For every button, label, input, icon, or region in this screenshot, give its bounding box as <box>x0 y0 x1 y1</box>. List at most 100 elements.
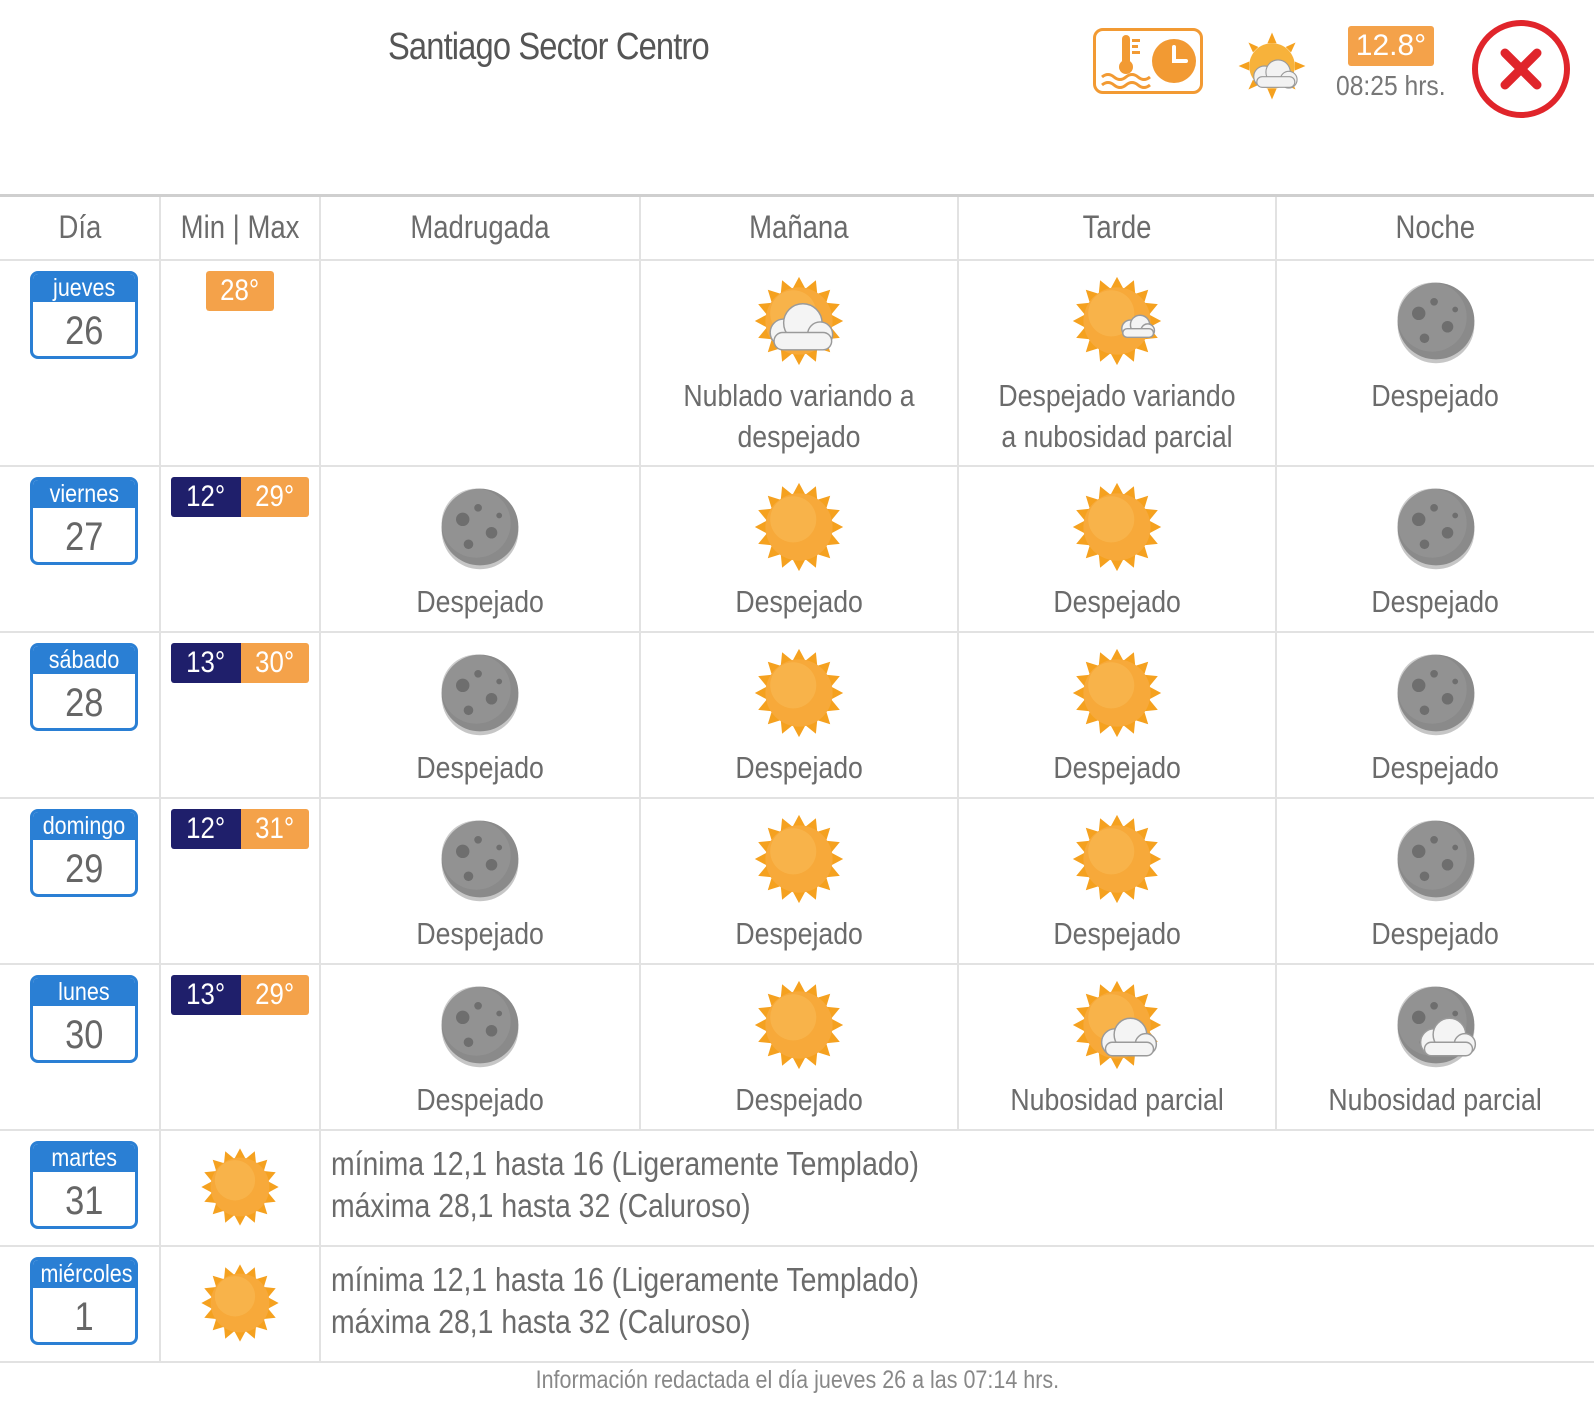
max-temp: 28° <box>206 270 274 311</box>
weather-description: Despejado <box>1053 749 1181 785</box>
thermometer-clock-icon <box>1101 35 1196 89</box>
day-number: 31 <box>64 1178 104 1223</box>
period-cell: Nubosidad parcial <box>1275 962 1594 1131</box>
period-cell: Despejado <box>1275 258 1594 467</box>
column-header-noche: Noche <box>1275 194 1594 261</box>
day-name: jueves <box>33 273 135 302</box>
day-cell: sábado 28 <box>0 630 161 799</box>
period-cell: Despejado <box>319 630 641 799</box>
weather-description: Nubosidad parcial <box>1328 1081 1543 1117</box>
max-temp: 31° <box>241 808 309 849</box>
summary-max-line: máxima 28,1 hasta 32 (Caluroso) <box>331 1302 751 1340</box>
period-cell-empty <box>319 258 641 467</box>
close-button[interactable] <box>1472 20 1570 118</box>
calendar-day-badge: miércoles 1 <box>30 1256 138 1345</box>
max-temp: 29° <box>241 974 309 1015</box>
period-cell: Despejado <box>639 962 959 1131</box>
period-cell: Despejado <box>1275 630 1594 799</box>
day-name: miércoles <box>33 1259 135 1288</box>
weather-description: Despejado <box>735 1081 863 1117</box>
period-cell: Despejado <box>957 464 1277 633</box>
max-temp: 29° <box>241 476 309 517</box>
summary-icon-cell <box>159 1128 321 1247</box>
min-temp: 13° <box>171 642 241 683</box>
forecast-row: lunes 30 13° 29° Despejado Despejado Nub… <box>0 962 1594 1131</box>
day-name: domingo <box>33 811 135 840</box>
moon-icon <box>432 977 528 1073</box>
day-cell: viernes 27 <box>0 464 161 633</box>
weather-description: Despejado variando a nubosidad parcial <box>998 377 1236 454</box>
header: Santiago Sector Centro 12.8° 08:25 hrs. <box>0 0 1594 192</box>
day-cell: domingo 29 <box>0 796 161 965</box>
current-temperature-badge: 12.8° <box>1348 26 1434 66</box>
page-title: Santiago Sector Centro <box>388 26 710 68</box>
weather-description: Despejado <box>1053 915 1181 951</box>
minmax-badge: 12° 31° <box>171 808 309 849</box>
day-cell: lunes 30 <box>0 962 161 1131</box>
sun-icon <box>198 1145 282 1229</box>
moon-icon <box>1388 479 1484 575</box>
period-cell: Despejado <box>639 796 959 965</box>
calendar-day-badge: jueves 26 <box>30 270 138 359</box>
day-cell: martes 31 <box>0 1128 161 1247</box>
forecast-row: domingo 29 12° 31° Despejado Despejado D… <box>0 796 1594 965</box>
period-cell: Despejado <box>1275 796 1594 965</box>
weather-description: Despejado <box>1371 915 1500 951</box>
sun-icon <box>751 811 847 907</box>
summary-row: miércoles 1 mínima 12,1 hasta 16 (Ligera… <box>0 1244 1594 1363</box>
sun-icon <box>198 1261 282 1345</box>
moon-icon <box>432 645 528 741</box>
moon-icon <box>432 811 528 907</box>
minmax-badge: 13° 29° <box>171 974 309 1015</box>
column-header-minmax: Min | Max <box>159 194 321 261</box>
weather-description: Despejado <box>1053 583 1181 619</box>
calendar-day-badge: viernes 27 <box>30 476 138 565</box>
minmax-cell: 12° 31° <box>159 796 321 965</box>
moon-icon <box>1388 811 1484 907</box>
day-number: 28 <box>64 680 104 725</box>
day-number: 30 <box>64 1012 104 1057</box>
footer-note: Información redactada el día jueves 26 a… <box>535 1366 1059 1394</box>
column-header-manana: Mañana <box>639 194 959 261</box>
weather-description: Despejado <box>416 915 544 951</box>
period-cell: Despejado <box>319 796 641 965</box>
summary-icon-cell <box>159 1244 321 1363</box>
day-name: sábado <box>33 645 135 674</box>
max-temp: 30° <box>241 642 309 683</box>
weather-description: Despejado <box>1371 749 1500 785</box>
current-time: 08:25 hrs. <box>1336 70 1446 101</box>
sun-icon <box>751 479 847 575</box>
day-name: martes <box>33 1143 135 1172</box>
moon-cloud-icon <box>1388 977 1484 1073</box>
day-number: 1 <box>74 1294 94 1339</box>
moon-icon <box>432 479 528 575</box>
day-number: 29 <box>64 846 104 891</box>
day-name: viernes <box>33 479 135 508</box>
minmax-badge: 13° 30° <box>171 642 309 683</box>
calendar-day-badge: domingo 29 <box>30 808 138 897</box>
weather-description: Despejado <box>416 749 544 785</box>
cloudy-sun-icon <box>751 273 847 369</box>
weather-description: Despejado <box>416 1081 544 1117</box>
sun-icon <box>751 645 847 741</box>
minmax-badge: 28° <box>206 270 274 311</box>
sun-cloud-icon <box>1069 977 1165 1073</box>
period-cell: Despejado <box>957 630 1277 799</box>
summary-max-line: máxima 28,1 hasta 32 (Caluroso) <box>331 1186 751 1224</box>
summary-row: martes 31 mínima 12,1 hasta 16 (Ligerame… <box>0 1128 1594 1247</box>
calendar-day-badge: sábado 28 <box>30 642 138 731</box>
weather-description: Despejado <box>735 915 863 951</box>
minmax-cell: 13° 29° <box>159 962 321 1131</box>
close-icon <box>1500 48 1542 90</box>
forecast-row: sábado 28 13° 30° Despejado Despejado De… <box>0 630 1594 799</box>
day-name: lunes <box>33 977 135 1006</box>
sun-icon <box>1069 479 1165 575</box>
weather-description: Despejado <box>1371 583 1500 619</box>
sun-icon <box>1069 645 1165 741</box>
column-header-tarde: Tarde <box>957 194 1277 261</box>
thermometer-clock-button[interactable] <box>1093 28 1203 94</box>
forecast-row: viernes 27 12° 29° Despejado Despejado D… <box>0 464 1594 633</box>
weather-description: Nublado variando a despejado <box>683 377 915 454</box>
period-cell: Despejado <box>1275 464 1594 633</box>
forecast-table: Día Min | Max Madrugada Mañana Tarde Noc… <box>0 194 1594 1363</box>
